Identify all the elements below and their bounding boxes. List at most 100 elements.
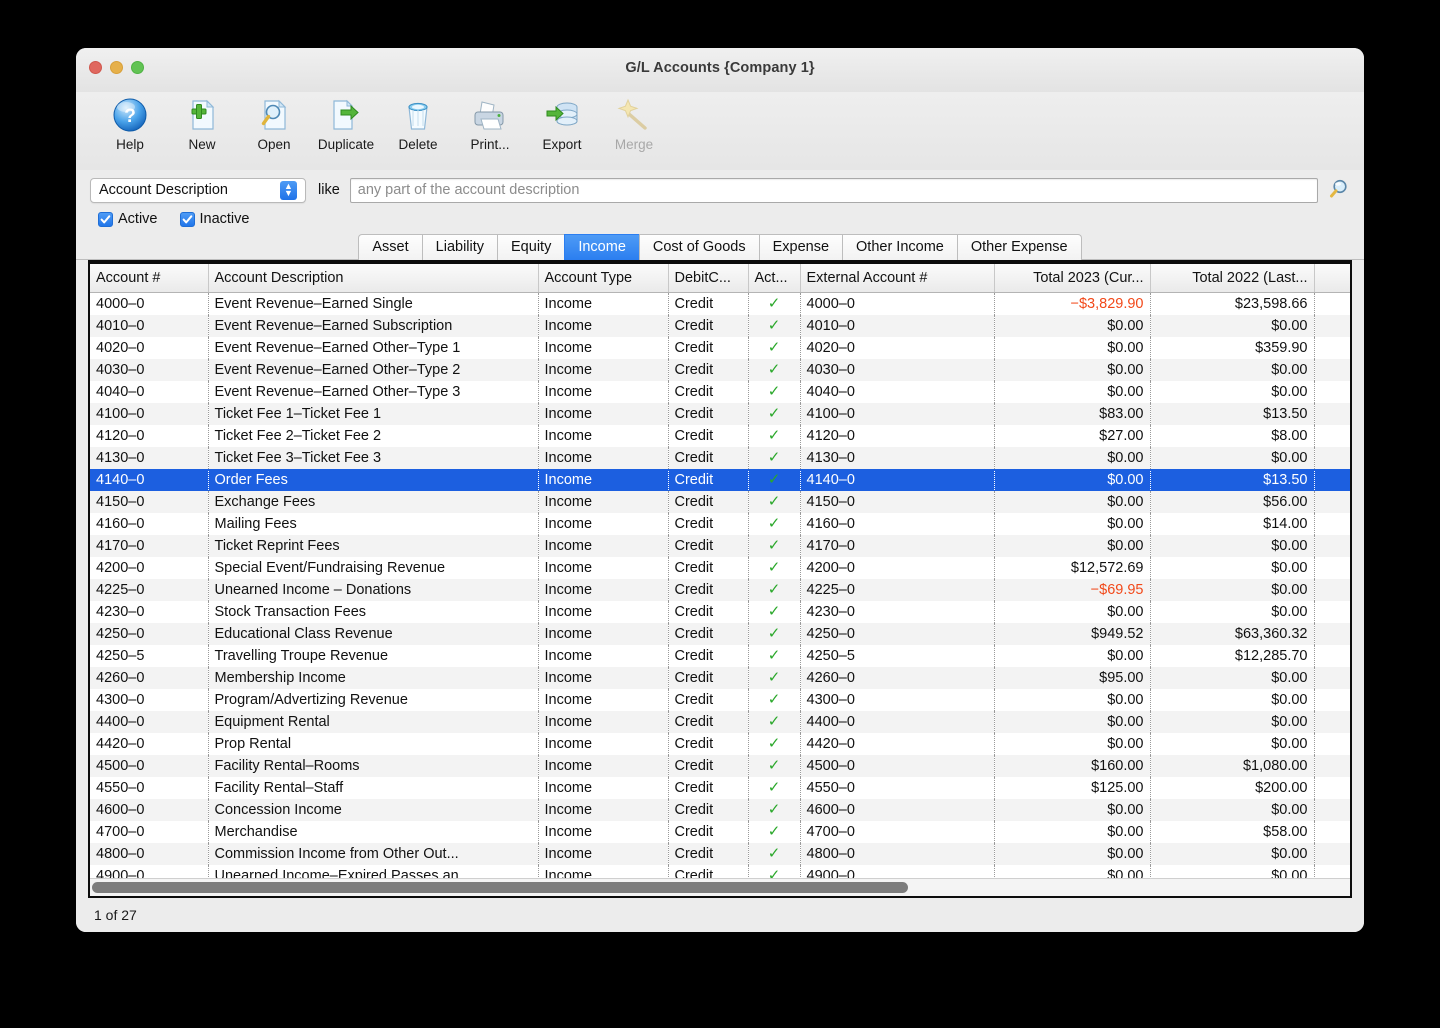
- checkmark-icon: ✓: [767, 603, 781, 621]
- table-row[interactable]: 4170–0 Ticket Reprint Fees Income Credit ✓ 41…: [90, 535, 1350, 558]
- cell-account-type: Income: [538, 381, 669, 404]
- new-icon: [181, 94, 223, 136]
- table-row[interactable]: 4130–0 Ticket Fee 3–Ticket Fee 3 Income Cre…: [90, 447, 1350, 470]
- table-row[interactable]: 4100–0 Ticket Fee 1–Ticket Fee 1 Income Cre…: [90, 403, 1350, 426]
- tab-expense[interactable]: Expense: [758, 233, 843, 260]
- cell-total-2022: $1,080.00: [1150, 755, 1315, 778]
- cell-external-account-number: 4010–0: [800, 315, 995, 338]
- cell-total-2023: $949.52: [994, 623, 1151, 646]
- cell-account-description: Event Revenue–Earned Other–Type 3: [208, 381, 539, 404]
- table-row[interactable]: 4150–0 Exchange Fees Income Credit ✓ 4150–0 $0…: [90, 491, 1350, 514]
- checkbox-inactive[interactable]: Inactive: [179, 211, 249, 227]
- cell-debit-credit: Credit: [668, 425, 749, 448]
- tab-asset[interactable]: Asset: [358, 233, 422, 260]
- table-row[interactable]: 4500–0 Facility Rental–Rooms Income Credit ✓…: [90, 755, 1350, 778]
- column-header-act[interactable]: Act...: [748, 263, 801, 294]
- table-row[interactable]: 4600–0 Concession Income Income Credit ✓ 4600…: [90, 799, 1350, 822]
- cell-account-number: 4230–0: [90, 601, 209, 624]
- cell-account-number: 4140–0: [90, 469, 209, 492]
- checkmark-icon: ✓: [767, 691, 781, 709]
- column-header-total-2023-cur[interactable]: Total 2023 (Cur...: [994, 263, 1151, 294]
- table-row[interactable]: 4200–0 Special Event/Fundraising Revenue I…: [90, 557, 1350, 580]
- toolbar-button-open[interactable]: Open: [238, 92, 310, 152]
- cell-active: ✓: [748, 337, 801, 360]
- tab-cost-of-goods[interactable]: Cost of Goods: [638, 233, 759, 260]
- checkbox-active[interactable]: Active: [98, 211, 158, 227]
- table-row[interactable]: 4160–0 Mailing Fees Income Credit ✓ 4160–0 $0.…: [90, 513, 1350, 536]
- table-row[interactable]: 4900–0 Unearned Income–Expired Passes an.…: [90, 865, 1350, 878]
- table-row[interactable]: 4700–0 Merchandise Income Credit ✓ 4700–0 $0.0…: [90, 821, 1350, 844]
- table-row[interactable]: 4010–0 Event Revenue–Earned Subscription I…: [90, 315, 1350, 338]
- table-row[interactable]: 4000–0 Event Revenue–Earned Single Income C…: [90, 292, 1350, 316]
- search-field-select[interactable]: Account Description ▲ ▼: [90, 177, 306, 203]
- cell-account-type: Income: [538, 799, 669, 822]
- tab-other-income[interactable]: Other Income: [842, 233, 957, 260]
- table-row[interactable]: 4400–0 Equipment Rental Income Credit ✓ 4400–…: [90, 711, 1350, 734]
- table-row[interactable]: 4225–0 Unearned Income – Donations Income C…: [90, 579, 1350, 602]
- tab-other-expense[interactable]: Other Expense: [956, 233, 1082, 260]
- table-row[interactable]: 4420–0 Prop Rental Income Credit ✓ 4420–0 $0.0…: [90, 733, 1350, 756]
- toolbar-button-export[interactable]: Export: [526, 92, 598, 152]
- cell-total-2023: $0.00: [994, 513, 1151, 536]
- table-row[interactable]: 4250–5 Travelling Troupe Revenue Income Cre…: [90, 645, 1350, 668]
- cell-total-2022: $63,360.32: [1150, 623, 1315, 646]
- table-row[interactable]: 4260–0 Membership Income Income Credit ✓ 4260…: [90, 667, 1350, 690]
- delete-icon: [397, 94, 439, 136]
- tab-income[interactable]: Income: [564, 233, 639, 260]
- cell-debit-credit: Credit: [668, 579, 749, 602]
- cell-trailing-blank: [1314, 337, 1350, 360]
- checkmark-icon: ✓: [767, 735, 781, 753]
- tab-liability[interactable]: Liability: [421, 233, 498, 260]
- column-header-debitc[interactable]: DebitC...: [668, 263, 749, 294]
- table-row[interactable]: 4020–0 Event Revenue–Earned Other–Type 1I…: [90, 337, 1350, 360]
- search-input[interactable]: [349, 177, 1318, 203]
- table-row[interactable]: 4550–0 Facility Rental–Staff Income Credit ✓…: [90, 777, 1350, 800]
- table-row[interactable]: 4230–0 Stock Transaction Fees Income Credit…: [90, 601, 1350, 624]
- toolbar-button-print[interactable]: Print...: [454, 92, 526, 152]
- table-row[interactable]: 4120–0 Ticket Fee 2–Ticket Fee 2 Income Cre…: [90, 425, 1350, 448]
- cell-active: ✓: [748, 843, 801, 866]
- export-icon: [541, 94, 583, 136]
- cell-total-2023: $0.00: [994, 535, 1151, 558]
- column-header-account-type[interactable]: Account Type: [538, 263, 669, 294]
- cell-active: ✓: [748, 491, 801, 514]
- tab-equity[interactable]: Equity: [497, 233, 565, 260]
- cell-trailing-blank: [1314, 689, 1350, 712]
- toolbar-button-duplicate[interactable]: Duplicate: [310, 92, 382, 152]
- checkmark-icon: ✓: [767, 867, 781, 878]
- table-row[interactable]: 4250–0 Educational Class Revenue Income Cre…: [90, 623, 1350, 646]
- cell-total-2023: $0.00: [994, 689, 1151, 712]
- cell-total-2022: $0.00: [1150, 865, 1315, 878]
- search-button[interactable]: [1326, 177, 1352, 203]
- cell-debit-credit: Credit: [668, 777, 749, 800]
- column-header-account[interactable]: Account #: [90, 263, 209, 294]
- cell-external-account-number: 4600–0: [800, 799, 995, 822]
- window-title: G/L Accounts {Company 1}: [625, 60, 815, 76]
- table-row[interactable]: 4300–0 Program/Advertizing Revenue Income C…: [90, 689, 1350, 712]
- horizontal-scrollbar-thumb[interactable]: [92, 882, 909, 893]
- column-header-account-description[interactable]: Account Description: [208, 263, 539, 294]
- horizontal-scrollbar[interactable]: [90, 878, 1350, 896]
- column-header-total-2022-last[interactable]: Total 2022 (Last...: [1150, 263, 1315, 294]
- toolbar-button-new[interactable]: New: [166, 92, 238, 152]
- cell-account-number: 4130–0: [90, 447, 209, 470]
- cell-account-number: 4260–0: [90, 667, 209, 690]
- table-row[interactable]: 4040–0 Event Revenue–Earned Other–Type 3I…: [90, 381, 1350, 404]
- cell-debit-credit: Credit: [668, 491, 749, 514]
- table-row[interactable]: 4800–0 Commission Income from Other Out..…: [90, 843, 1350, 866]
- cell-account-type: Income: [538, 601, 669, 624]
- cell-account-type: Income: [538, 645, 669, 668]
- column-header-blank[interactable]: [1314, 263, 1350, 294]
- cell-external-account-number: 4800–0: [800, 843, 995, 866]
- toolbar-button-help[interactable]: ? Help: [94, 92, 166, 152]
- cell-trailing-blank: [1314, 469, 1350, 492]
- cell-account-description: Facility Rental–Staff: [208, 777, 539, 800]
- column-header-external-account[interactable]: External Account #: [800, 263, 995, 294]
- toolbar-button-delete[interactable]: Delete: [382, 92, 454, 152]
- cell-account-number: 4700–0: [90, 821, 209, 844]
- cell-external-account-number: 4170–0: [800, 535, 995, 558]
- table-row[interactable]: 4140–0 Order Fees Income Credit ✓ 4140–0 $0.00…: [90, 469, 1350, 492]
- table-row[interactable]: 4030–0 Event Revenue–Earned Other–Type 2I…: [90, 359, 1350, 382]
- cell-total-2023: −$69.95: [994, 579, 1151, 602]
- cell-total-2023: $83.00: [994, 403, 1151, 426]
